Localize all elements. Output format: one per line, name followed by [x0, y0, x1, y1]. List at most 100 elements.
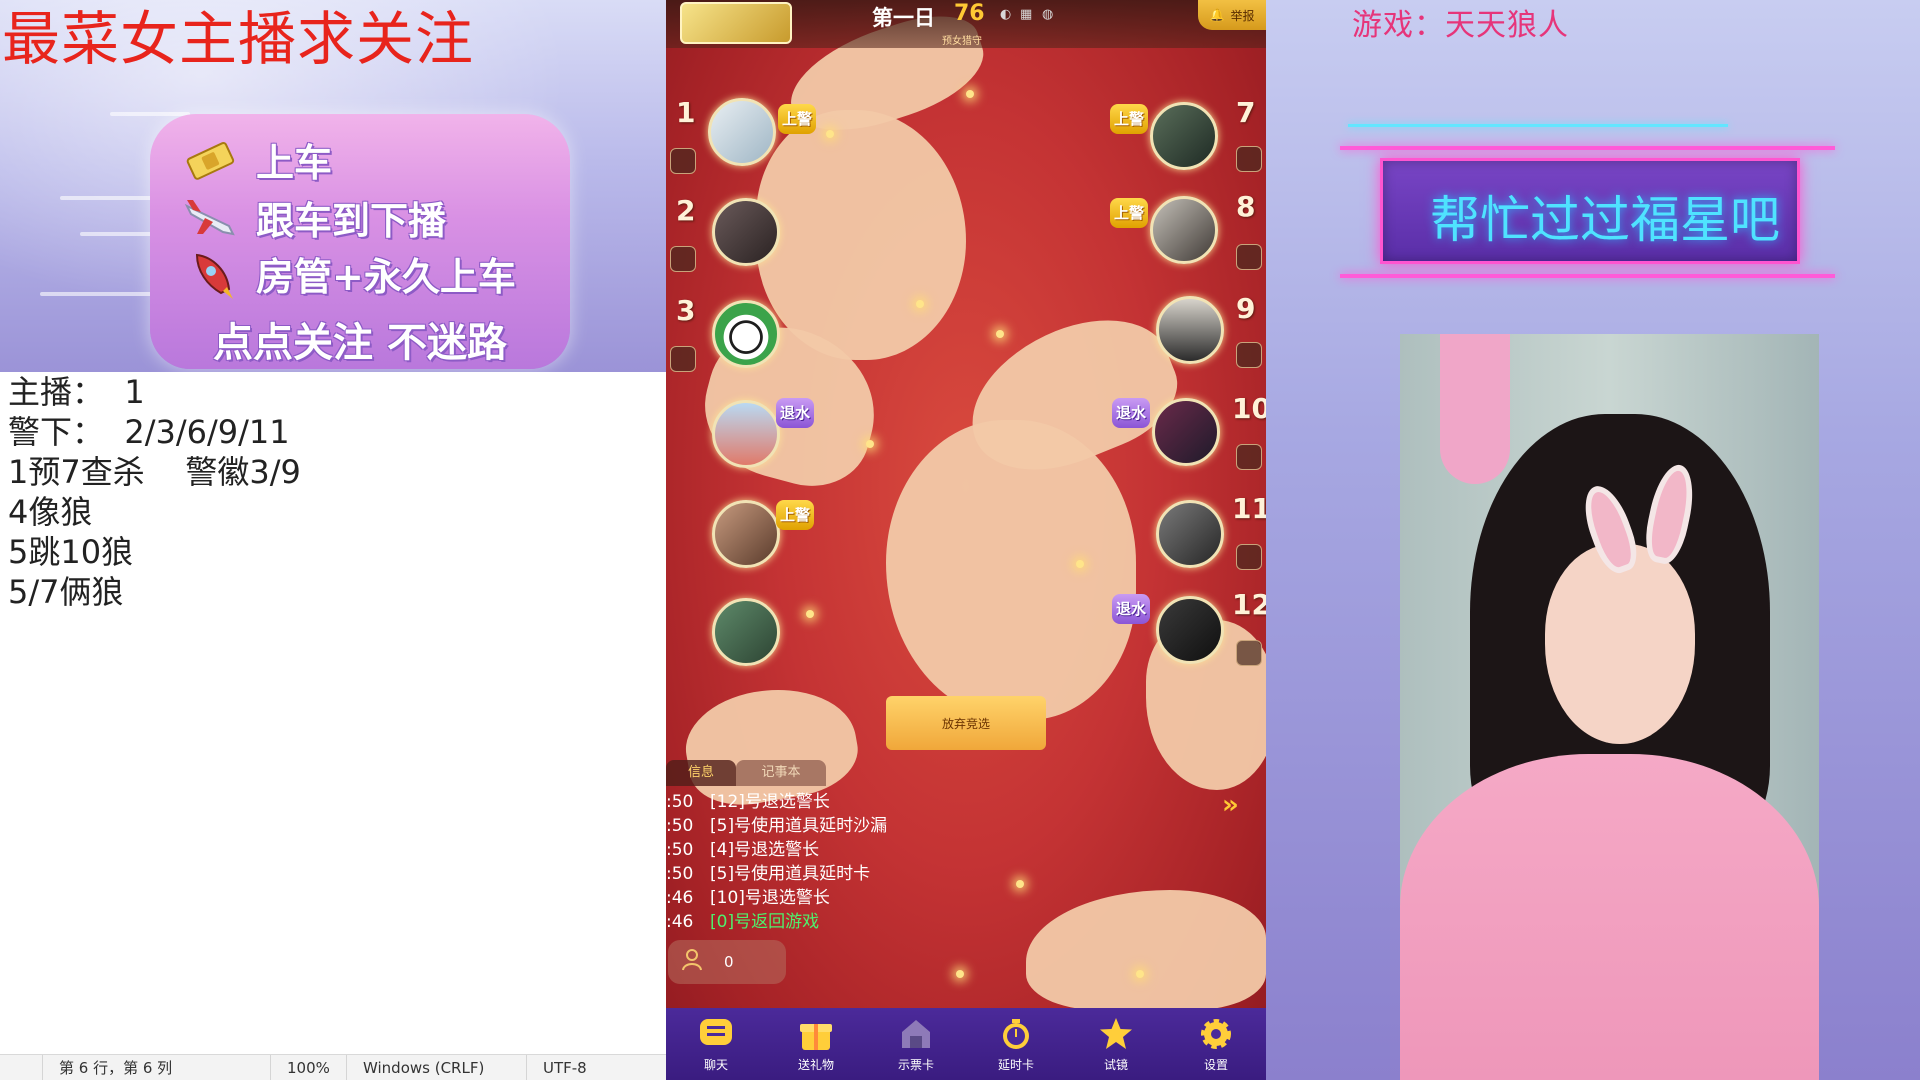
avatar[interactable] [712, 198, 780, 266]
chat-message: [5]号使用道具延时沙漏 [710, 816, 888, 836]
game-logo [680, 2, 792, 44]
notepad-window[interactable]: 主播： 1 警下： 2/3/6/9/11 1预7查杀 警徽3/9 4像狼 5跳1… [0, 372, 695, 1080]
note-line: 1预7查杀 警徽3/9 [8, 453, 301, 491]
chat-time: :50 [666, 864, 694, 884]
ticket-show-icon [896, 1014, 936, 1054]
speaker-icon[interactable]: ◐ [1000, 7, 1011, 22]
streamer-hoodie [1400, 754, 1819, 1080]
abstain-election-button[interactable]: 放弃竞选 [886, 696, 1046, 750]
seat-number: 1 [676, 96, 696, 129]
promo-item-label: 上车 [256, 141, 333, 185]
avatar[interactable] [1156, 596, 1224, 664]
rabbit-decoration [756, 110, 966, 360]
mic-queue[interactable]: 0 [668, 940, 786, 984]
sparkle [916, 300, 924, 308]
tab-info[interactable]: 信息 [666, 760, 736, 786]
game-screen: 第一日 76 预女猎守 ◐ ▦ ◍ 🔔 举报 1 上警 2 3 退水 上警 7 [666, 0, 1266, 1080]
neon-line [1340, 274, 1835, 278]
avatar[interactable] [1156, 500, 1224, 568]
day-timer: 76 [954, 1, 985, 26]
avatar[interactable] [712, 300, 780, 368]
player-seat-12[interactable] [1156, 596, 1226, 666]
bottom-item-timer-card[interactable]: 延时卡 [966, 1008, 1066, 1080]
sparkle [966, 90, 974, 98]
neon-line [1340, 146, 1835, 150]
player-seat-11[interactable] [1156, 500, 1226, 570]
rabbit-decoration [886, 420, 1136, 720]
avatar[interactable] [712, 598, 780, 666]
promo-item-board: 上车 [182, 132, 332, 187]
rules-icon[interactable]: ▦ [1020, 7, 1032, 22]
bell-icon: 🔔 [1209, 8, 1225, 22]
player-seat-1[interactable] [708, 98, 778, 168]
chat-line: :46 [0]号返回游戏 [666, 910, 1096, 930]
player-seat-7[interactable] [1150, 102, 1220, 172]
up-badge: 上警 [1110, 104, 1148, 134]
report-button[interactable]: 🔔 举报 [1198, 0, 1266, 30]
chat-message: [4]号退选警长 [710, 840, 820, 860]
bottom-item-gift[interactable]: 送礼物 [766, 1008, 866, 1080]
plane-icon [182, 196, 238, 240]
promo-item-label: 房管+永久上车 [256, 255, 516, 299]
chat-message: [0]号返回游戏 [710, 912, 820, 930]
bottom-item-label: 试镜 [1103, 1058, 1128, 1072]
avatar[interactable] [1156, 296, 1224, 364]
avatar[interactable] [1150, 196, 1218, 264]
speed-line [110, 112, 190, 116]
role-config-label: 预女猎守 [942, 36, 982, 47]
retreat-badge: 退水 [1112, 398, 1150, 428]
sparkle [866, 440, 874, 448]
bottom-item-label: 聊天 [703, 1058, 728, 1072]
player-seat-10[interactable] [1152, 398, 1222, 468]
chat-icon [696, 1014, 736, 1054]
up-badge: 上警 [1110, 198, 1148, 228]
game-name-label: 游戏：天天狼人 [1352, 8, 1569, 43]
seat-side-icon [1236, 544, 1262, 570]
ticket-icon [182, 138, 238, 182]
player-seat-6[interactable] [712, 598, 782, 668]
bottom-item-label: 送礼物 [797, 1058, 834, 1072]
banner-text: 帮忙过过福星吧 [1430, 191, 1780, 249]
promo-follow-text: 点点关注 不迷路 [213, 320, 507, 366]
sparkle [826, 130, 834, 138]
player-seat-5[interactable] [712, 500, 782, 570]
player-seat-3[interactable] [712, 300, 782, 370]
seat-side-icon [1236, 146, 1262, 172]
bottom-item-ticket-show[interactable]: 示票卡 [866, 1008, 966, 1080]
note-line: 警下： 2/3/6/9/11 [8, 413, 290, 451]
seat-side-icon [670, 346, 696, 372]
player-seat-4[interactable] [712, 400, 782, 470]
status-cursor-position: 第 6 行，第 6 列 [42, 1054, 270, 1080]
note-line: 4像狼 [8, 493, 93, 531]
chat-tabs: 信息 记事本 [666, 760, 826, 786]
streamer-webcam [1400, 334, 1819, 1080]
day-label: 第一日 [872, 6, 935, 30]
chat-expand-icon[interactable]: » [1222, 790, 1239, 820]
chat-log: :50 [12]号退选警长 :50 [5]号使用道具延时沙漏 :50 [4]号退选警长… [666, 790, 1096, 930]
chat-time: :50 [666, 840, 694, 860]
bottom-item-settings[interactable]: 设置 [1166, 1008, 1266, 1080]
tab-notebook[interactable]: 记事本 [736, 760, 826, 786]
avatar[interactable] [712, 500, 780, 568]
neon-line [1348, 124, 1728, 127]
avatar[interactable] [708, 98, 776, 166]
chat-line: :50 [4]号退选警长 [666, 838, 1096, 862]
star-icon [1096, 1014, 1136, 1054]
settings-icon [1196, 1014, 1236, 1054]
bottom-item-audition[interactable]: 试镜 [1066, 1008, 1166, 1080]
sparkle [996, 330, 1004, 338]
avatar[interactable] [1152, 398, 1220, 466]
chat-message: [10]号退选警长 [710, 888, 830, 908]
player-seat-2[interactable] [712, 198, 782, 268]
avatar[interactable] [712, 400, 780, 468]
avatar[interactable] [1150, 102, 1218, 170]
bottom-item-chat[interactable]: 聊天 [666, 1008, 766, 1080]
player-seat-8[interactable] [1150, 196, 1220, 266]
bottom-item-label: 示票卡 [897, 1058, 934, 1072]
sparkle [806, 610, 814, 618]
player-seat-9[interactable] [1156, 296, 1226, 366]
seat-number: 10 [1232, 392, 1266, 425]
notepad-text-area[interactable]: 主播： 1 警下： 2/3/6/9/11 1预7查杀 警徽3/9 4像狼 5跳1… [8, 372, 668, 612]
note-line: 5/7俩狼 [8, 573, 124, 611]
chat-message: [5]号使用道具延时卡 [710, 864, 871, 884]
